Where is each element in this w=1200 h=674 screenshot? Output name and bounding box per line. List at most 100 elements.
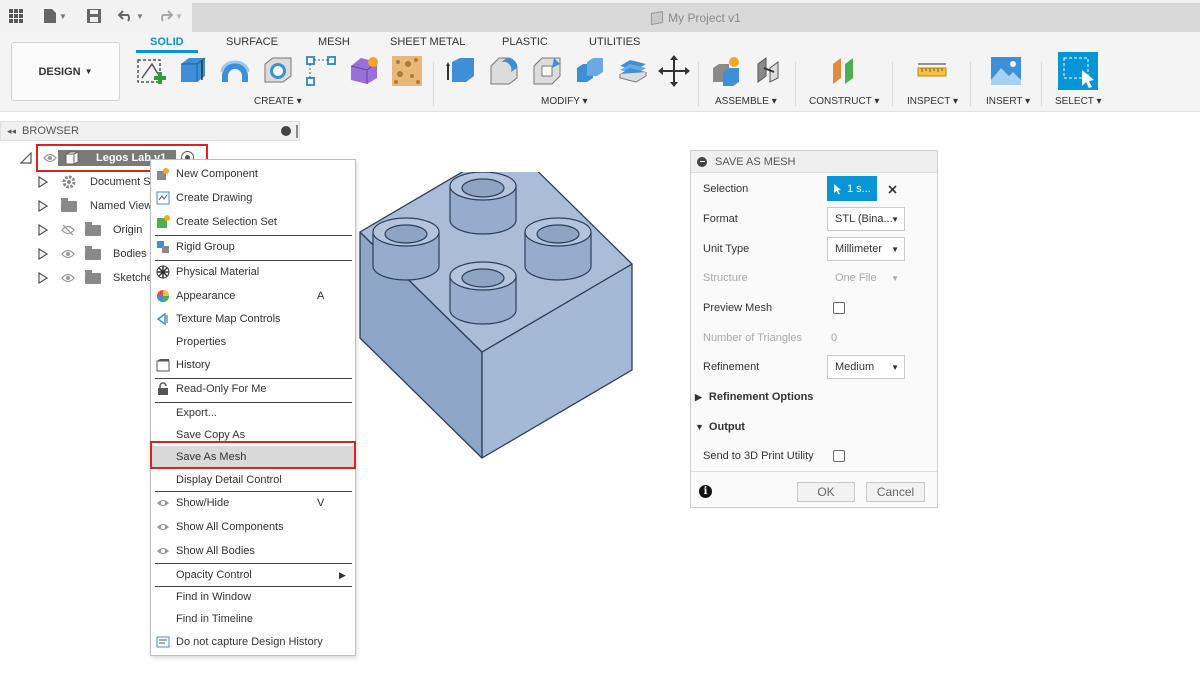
create-group-menu[interactable]: CREATE ▾ [254, 96, 302, 107]
select-icon[interactable] [1058, 52, 1098, 90]
menu-item-appearance[interactable]: Appearance A [151, 286, 355, 306]
menu-item-export[interactable]: Export... [151, 403, 355, 423]
menu-item-label: Opacity Control [176, 569, 252, 581]
measure-icon[interactable] [915, 54, 949, 88]
inspect-group-menu[interactable]: INSPECT ▾ [907, 96, 958, 107]
menu-item-physical-material[interactable]: Physical Material [151, 262, 355, 282]
chamfer-icon[interactable] [530, 54, 564, 88]
save-as-mesh-highlight-box [150, 441, 356, 469]
press-pull-icon[interactable] [444, 54, 478, 88]
pattern-icon[interactable] [304, 54, 338, 88]
format-select[interactable]: STL (Bina... ▼ [827, 207, 905, 231]
menu-item-do-not-capture-history[interactable]: Do not capture Design History [151, 632, 355, 652]
tab-utilities[interactable]: UTILITIES [589, 36, 640, 50]
extrude-icon[interactable] [175, 54, 209, 88]
workspace-switcher[interactable]: DESIGN ▼ [11, 42, 120, 101]
clear-selection-icon[interactable] [888, 185, 897, 194]
menu-item-show-all-bodies[interactable]: Show All Bodies [151, 541, 355, 561]
refinement-select[interactable]: Medium ▼ [827, 355, 905, 379]
panel-resize-handle[interactable] [296, 125, 298, 138]
menu-item-read-only[interactable]: Read-Only For Me [151, 379, 355, 399]
tree-item-origin[interactable]: Origin [38, 219, 142, 241]
undo-icon[interactable]: ▼ [116, 5, 146, 27]
move-copy-icon[interactable] [657, 54, 691, 88]
menu-item-show-all-components[interactable]: Show All Components [151, 517, 355, 537]
menu-item-display-detail-control[interactable]: Display Detail Control [151, 470, 355, 490]
lego-brick-model[interactable] [330, 172, 640, 462]
tab-sheet-metal[interactable]: SHEET METAL [390, 36, 465, 50]
redo-icon[interactable]: ▼ [155, 5, 185, 27]
menu-item-label: Do not capture Design History [176, 636, 323, 648]
tab-solid[interactable]: SOLID [150, 36, 184, 50]
menu-item-create-selection-set[interactable]: Create Selection Set [151, 212, 355, 232]
menu-item-new-component[interactable]: New Component [151, 164, 355, 184]
insert-group-menu[interactable]: INSERT ▾ [986, 96, 1030, 107]
selection-button[interactable]: 1 s... [827, 176, 877, 201]
hole-icon[interactable] [261, 54, 295, 88]
menu-item-opacity-control[interactable]: Opacity Control ▶ [151, 565, 355, 585]
ok-button[interactable]: OK [797, 482, 855, 502]
tree-item-bodies[interactable]: Bodies [38, 243, 147, 265]
menu-item-properties[interactable]: Properties [151, 332, 355, 352]
menu-item-shortcut: V [317, 497, 325, 509]
menu-item-find-in-timeline[interactable]: Find in Timeline [151, 609, 355, 629]
assemble-group-menu[interactable]: ASSEMBLE ▾ [715, 96, 777, 107]
menu-item-create-drawing[interactable]: Create Drawing [151, 188, 355, 208]
dialog-header[interactable]: SAVE AS MESH [691, 151, 937, 173]
menu-item-texture-map-controls[interactable]: Texture Map Controls [151, 309, 355, 329]
save-icon[interactable] [86, 5, 102, 27]
tree-item-sketches[interactable]: Sketche [38, 267, 153, 289]
tree-item-named-views[interactable]: Named View [38, 195, 152, 217]
rigid-group-icon [157, 241, 169, 253]
send-to-3d-print-checkbox[interactable] [833, 450, 845, 462]
workspace-label: DESIGN [38, 65, 81, 78]
modify-group-menu[interactable]: MODIFY ▾ [541, 96, 588, 107]
revolve-icon[interactable] [218, 54, 252, 88]
create-form-icon[interactable] [347, 54, 381, 88]
tree-item-label: Origin [113, 224, 143, 236]
toolbar-separator [970, 62, 971, 106]
collapsed-caret-icon: ▶ [695, 391, 702, 402]
new-component-icon[interactable] [709, 54, 743, 88]
collapse-panel-icon[interactable]: ◂◂ [7, 126, 16, 137]
inspect-group-label: INSPECT [907, 96, 951, 107]
construct-group-menu[interactable]: CONSTRUCT ▾ [809, 96, 879, 107]
apps-grid-icon[interactable] [8, 5, 24, 27]
select-group-menu[interactable]: SELECT ▾ [1055, 96, 1102, 107]
tab-surface[interactable]: SURFACE [226, 36, 278, 50]
insert-canvas-icon[interactable] [989, 54, 1023, 88]
preview-mesh-checkbox[interactable] [833, 302, 845, 314]
file-menu-icon[interactable]: ▼ [40, 5, 70, 27]
unit-type-select[interactable]: Millimeter ▼ [827, 237, 905, 261]
cancel-button[interactable]: Cancel [866, 482, 925, 502]
menu-item-show-hide[interactable]: Show/Hide V [151, 493, 355, 513]
dialog-title: SAVE AS MESH [715, 155, 796, 168]
physical-material-icon [156, 265, 170, 279]
create-base-feature-icon[interactable] [390, 54, 424, 88]
tree-root-expander[interactable] [20, 147, 32, 169]
browser-options-icon[interactable] [281, 126, 291, 136]
visibility-eye-icon[interactable] [61, 249, 75, 259]
combine-icon[interactable] [573, 54, 607, 88]
tab-plastic[interactable]: PLASTIC [502, 36, 548, 50]
joint-icon[interactable] [752, 54, 786, 88]
refinement-options-section[interactable]: ▶ Refinement Options [695, 387, 813, 407]
tree-item-document-settings[interactable]: Document Se [38, 171, 157, 193]
dropdown-arrow-icon: ▼ [891, 273, 899, 283]
menu-item-find-in-window[interactable]: Find in Window [151, 587, 355, 607]
shell-icon[interactable] [616, 54, 650, 88]
visibility-eye-icon[interactable] [61, 273, 75, 283]
fillet-icon[interactable] [487, 54, 521, 88]
assemble-group-label: ASSEMBLE [715, 96, 769, 107]
info-icon[interactable]: i [699, 485, 712, 498]
menu-item-rigid-group[interactable]: Rigid Group [151, 237, 355, 257]
collapse-dialog-icon[interactable] [697, 156, 707, 167]
create-sketch-icon[interactable] [134, 54, 168, 88]
output-section[interactable]: ▼ Output [695, 417, 745, 437]
document-tab[interactable]: My Project v1 [192, 3, 1200, 32]
menu-item-history[interactable]: History [151, 355, 355, 375]
send-to-3d-print-label: Send to 3D Print Utility [703, 450, 814, 462]
hidden-eye-icon[interactable] [61, 224, 75, 236]
tab-mesh[interactable]: MESH [318, 36, 350, 50]
offset-plane-icon[interactable] [827, 54, 861, 88]
